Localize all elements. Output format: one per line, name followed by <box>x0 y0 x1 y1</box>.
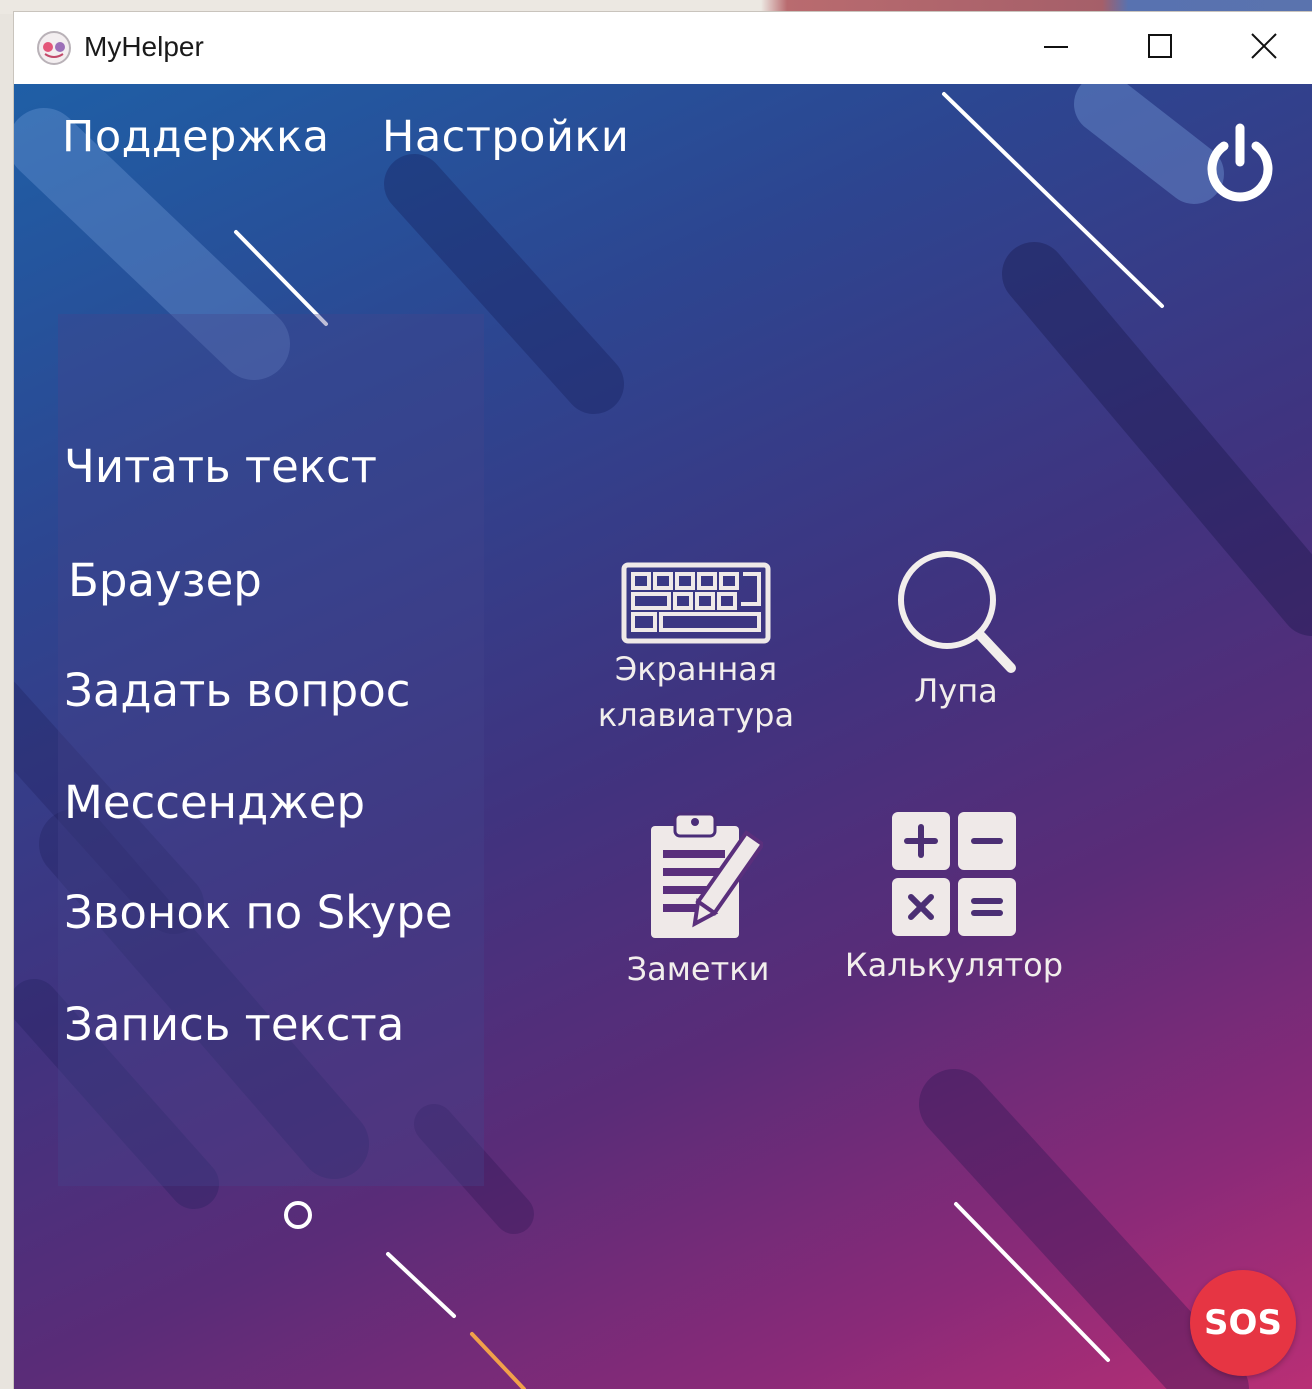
menu-item-read-text[interactable]: Читать текст <box>64 440 377 493</box>
menu-item-record-text[interactable]: Запись текста <box>64 998 404 1051</box>
clipboard-notes-icon <box>651 812 763 938</box>
close-icon <box>1251 33 1277 59</box>
maximize-icon <box>1148 34 1172 58</box>
menu-item-skype-call[interactable]: Звонок по Skype <box>64 886 453 939</box>
minimize-button[interactable] <box>1006 12 1106 80</box>
menu-item-browser[interactable]: Браузер <box>68 554 262 607</box>
calculator-icon <box>892 812 1016 936</box>
magnifier-button[interactable]: Лупа <box>876 544 1036 714</box>
sos-button[interactable]: SOS <box>1190 1270 1296 1376</box>
notes-label: Заметки <box>626 950 770 988</box>
calculator-label: Калькулятор <box>844 946 1064 984</box>
window-title: MyHelper <box>84 31 204 62</box>
nav-settings[interactable]: Настройки <box>382 112 629 162</box>
keyboard-label-line2: клавиатура <box>597 696 795 734</box>
app-logo-icon <box>37 31 71 65</box>
power-button[interactable] <box>1198 120 1282 204</box>
minimize-icon <box>1044 46 1068 48</box>
title-bar[interactable]: MyHelper <box>14 12 1312 84</box>
nav-support[interactable]: Поддержка <box>62 112 329 162</box>
main-content: Поддержка Настройки Читать текст Браузер… <box>14 84 1312 1389</box>
keyboard-icon <box>621 562 771 644</box>
close-button[interactable] <box>1214 12 1312 80</box>
power-icon <box>1207 123 1273 202</box>
keyboard-label-line1: Экранная <box>614 650 778 688</box>
magnifier-icon <box>898 551 1016 673</box>
notes-button[interactable]: Заметки <box>604 810 792 992</box>
menu-item-messenger[interactable]: Мессенджер <box>64 776 365 829</box>
maximize-button[interactable] <box>1110 12 1210 80</box>
on-screen-keyboard-button[interactable]: Экранная клавиатура <box>580 562 812 738</box>
menu-item-ask-question[interactable]: Задать вопрос <box>64 664 410 717</box>
magnifier-label: Лупа <box>914 672 998 710</box>
page-indicator-dot[interactable] <box>284 1201 312 1229</box>
calculator-button[interactable]: Калькулятор <box>834 810 1074 988</box>
app-window: MyHelper Поддержка Настройки Читать текс… <box>14 12 1312 1389</box>
